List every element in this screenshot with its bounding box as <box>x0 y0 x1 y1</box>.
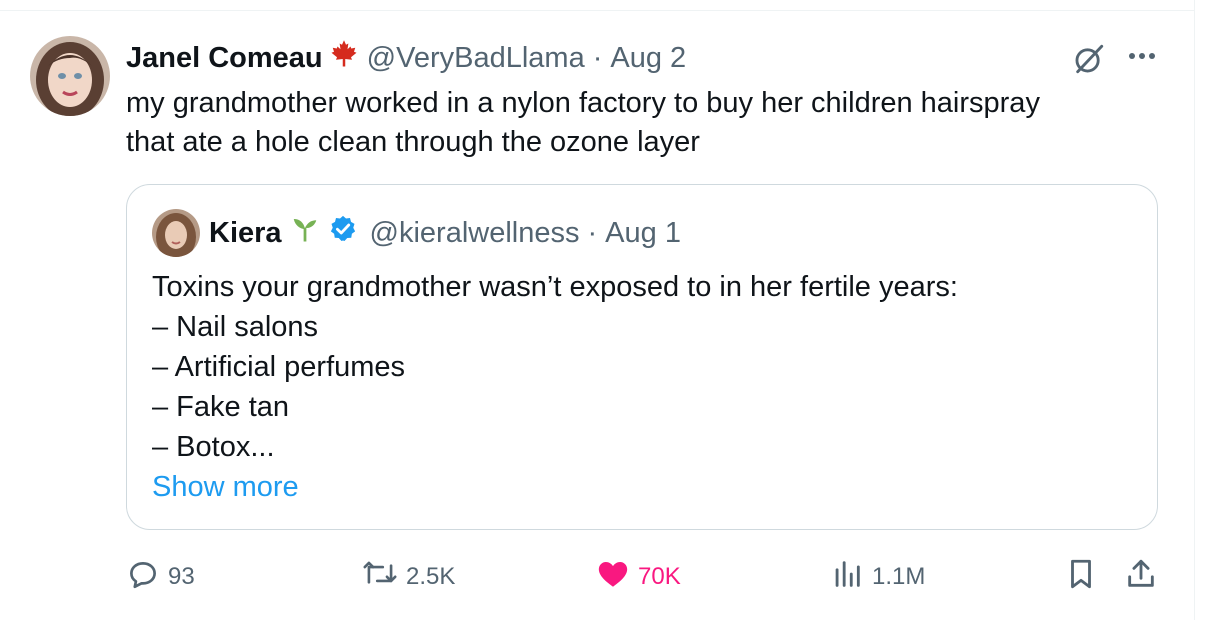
bar-chart-icon <box>830 557 872 598</box>
tweet-text-line: that ate a hole clean through the ozone … <box>126 126 700 158</box>
tweet-action-bar: 93 2.5K 70K 1.1M <box>126 557 1166 597</box>
separator-dot: · <box>592 41 603 74</box>
quoted-tweet-header: Kiera @kieralwellness · Aug 1 <box>209 213 681 253</box>
quoted-text-line: – Artificial perfumes <box>152 351 406 383</box>
quoted-tweet-text: Toxins your grandmother wasn’t exposed t… <box>152 267 958 507</box>
like-button[interactable]: 70K <box>596 557 681 597</box>
quoted-author-avatar[interactable] <box>152 209 200 257</box>
share-icon <box>1124 557 1166 598</box>
view-count: 1.1M <box>872 563 926 590</box>
tweet-text-line: my grandmother worked in a nylon factory… <box>126 87 1040 119</box>
grok-icon[interactable] <box>1072 42 1106 81</box>
repost-count: 2.5K <box>406 563 456 590</box>
maple-leaf-icon <box>329 39 359 77</box>
share-button[interactable] <box>1124 557 1166 597</box>
heart-icon <box>596 557 638 598</box>
quoted-author-handle[interactable]: @kieralwellness <box>370 217 580 250</box>
quoted-text-line: Toxins your grandmother wasn’t exposed t… <box>152 271 958 303</box>
separator-dot: · <box>587 216 598 249</box>
right-divider <box>1194 0 1195 620</box>
tweet-header: Janel Comeau @VeryBadLlama · Aug 2 <box>126 38 686 78</box>
reply-count: 93 <box>168 563 195 590</box>
author-avatar[interactable] <box>30 36 110 116</box>
show-more-link[interactable]: Show more <box>152 467 958 507</box>
views-button[interactable]: 1.1M <box>830 557 925 597</box>
verified-badge-icon[interactable] <box>328 214 358 252</box>
like-count: 70K <box>638 563 681 590</box>
quoted-tweet-card[interactable]: Kiera @kieralwellness · Aug 1 Toxins you… <box>126 184 1158 530</box>
tweet-date[interactable]: Aug 2 <box>610 42 686 75</box>
repost-icon <box>362 557 406 598</box>
bookmark-button[interactable] <box>1064 557 1106 597</box>
author-handle[interactable]: @VeryBadLlama <box>367 42 585 75</box>
sprout-icon <box>290 214 320 252</box>
quoted-text-line: – Fake tan <box>152 391 290 423</box>
top-divider <box>0 10 1194 11</box>
bookmark-icon <box>1064 557 1106 598</box>
quoted-author-display-name[interactable]: Kiera <box>209 217 282 250</box>
quoted-tweet-date[interactable]: Aug 1 <box>605 217 681 250</box>
quoted-text-line: – Botox... <box>152 431 275 463</box>
reply-icon <box>126 557 168 598</box>
author-display-name[interactable]: Janel Comeau <box>126 42 323 75</box>
more-options-icon[interactable] <box>1124 44 1160 73</box>
quoted-text-line: – Nail salons <box>152 311 319 343</box>
reply-button[interactable]: 93 <box>126 557 195 597</box>
repost-button[interactable]: 2.5K <box>362 557 455 597</box>
tweet-text: my grandmother worked in a nylon factory… <box>126 84 1156 162</box>
